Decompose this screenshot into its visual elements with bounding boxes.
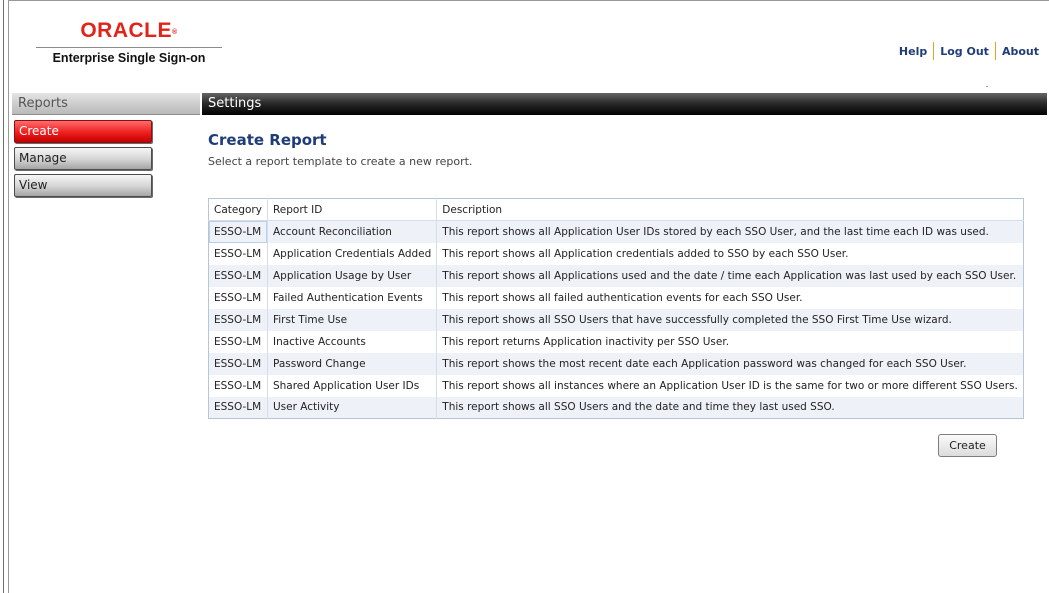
cell-category: ESSO-LM bbox=[208, 220, 268, 243]
table-row[interactable]: ESSO-LM Failed Authentication Events This … bbox=[208, 286, 1024, 309]
table-header-row: Category Report ID Description bbox=[208, 198, 1024, 221]
sidebar-header: Reports bbox=[12, 93, 200, 115]
cell-category: ESSO-LM bbox=[208, 286, 268, 309]
about-link[interactable]: About bbox=[996, 45, 1045, 58]
table-row[interactable]: ESSO-LM Account Reconciliation This report… bbox=[208, 220, 1024, 243]
report-template-table: Category Report ID Description ESSO-LM Ac… bbox=[208, 198, 1024, 419]
help-link[interactable]: Help bbox=[893, 45, 933, 58]
product-name: Enterprise Single Sign-on bbox=[52, 51, 206, 65]
page-subtitle: Select a report template to create a new… bbox=[208, 155, 473, 168]
cell-description: This report shows all Application User I… bbox=[436, 220, 1024, 243]
cell-report-id: Shared Application User IDs bbox=[267, 374, 438, 397]
logout-link[interactable]: Log Out bbox=[934, 45, 995, 58]
cell-description: This report shows the most recent date e… bbox=[436, 352, 1024, 375]
cell-category: ESSO-LM bbox=[208, 308, 268, 331]
cell-category: ESSO-LM bbox=[208, 352, 268, 375]
cell-description: This report returns Application inactivi… bbox=[442, 335, 730, 348]
content-header-bar: Settings bbox=[202, 93, 1047, 115]
page-title: Create Report bbox=[208, 131, 327, 149]
decorative-dot bbox=[986, 86, 988, 87]
cell-description: This report shows all Application creden… bbox=[442, 247, 849, 260]
table-row[interactable]: ESSO-LM Inactive Accounts This report retu… bbox=[208, 330, 1024, 353]
cell-category: ESSO-LM bbox=[208, 242, 268, 265]
column-header-category[interactable]: Category bbox=[208, 198, 268, 221]
cell-description: This report shows all failed authenticat… bbox=[442, 291, 803, 304]
sidebar-item-manage[interactable]: Manage bbox=[14, 147, 152, 170]
cell-report-id: Application Credentials Added bbox=[267, 242, 438, 265]
window-top-border bbox=[9, 0, 1049, 6]
cell-report-id: First Time Use bbox=[267, 308, 438, 331]
cell-description: This report shows all instances where an… bbox=[442, 379, 1018, 392]
column-header-report-id[interactable]: Report ID bbox=[267, 198, 438, 221]
cell-description: This report shows all SSO Users that hav… bbox=[436, 308, 1024, 331]
oracle-logo: ORACLE® bbox=[80, 19, 178, 42]
table-row[interactable]: ESSO-LM Shared Application User IDs This r… bbox=[208, 374, 1024, 397]
cell-category: ESSO-LM bbox=[208, 330, 268, 353]
column-header-description[interactable]: Description bbox=[436, 198, 1024, 221]
top-links: Help Log Out About bbox=[893, 42, 1045, 60]
window-left-border bbox=[0, 0, 9, 593]
cell-category: ESSO-LM bbox=[208, 374, 268, 397]
create-button[interactable]: Create bbox=[938, 434, 997, 457]
cell-category: ESSO-LM bbox=[208, 264, 268, 287]
cell-report-id: Account Reconciliation bbox=[267, 220, 438, 243]
table-row[interactable]: ESSO-LM Application Usage by User This rep… bbox=[208, 264, 1024, 287]
sidebar-item-view[interactable]: View bbox=[14, 174, 152, 197]
cell-description: This report shows all SSO Users and the … bbox=[436, 396, 1024, 419]
cell-report-id: Inactive Accounts bbox=[267, 330, 438, 353]
cell-report-id: Application Usage by User bbox=[267, 264, 438, 287]
cell-description: This report shows all Applications used … bbox=[436, 264, 1024, 287]
sidebar-title: Reports bbox=[18, 96, 68, 111]
brand-divider bbox=[36, 47, 222, 48]
table-row[interactable]: ESSO-LM First Time Use This report shows a… bbox=[208, 308, 1024, 331]
table-row[interactable]: ESSO-LM Password Change This report shows … bbox=[208, 352, 1024, 375]
sidebar-item-create[interactable]: Create bbox=[14, 120, 152, 143]
cell-report-id: Failed Authentication Events bbox=[267, 286, 438, 309]
content-bar-title: Settings bbox=[208, 96, 262, 111]
cell-category: ESSO-LM bbox=[208, 396, 268, 419]
cell-report-id: User Activity bbox=[267, 396, 438, 419]
brand-block: ORACLE® Enterprise Single Sign-on bbox=[36, 20, 222, 65]
cell-report-id: Password Change bbox=[267, 352, 438, 375]
table-row[interactable]: ESSO-LM User Activity This report shows al… bbox=[208, 396, 1024, 419]
table-row[interactable]: ESSO-LM Application Credentials Added This… bbox=[208, 242, 1024, 265]
